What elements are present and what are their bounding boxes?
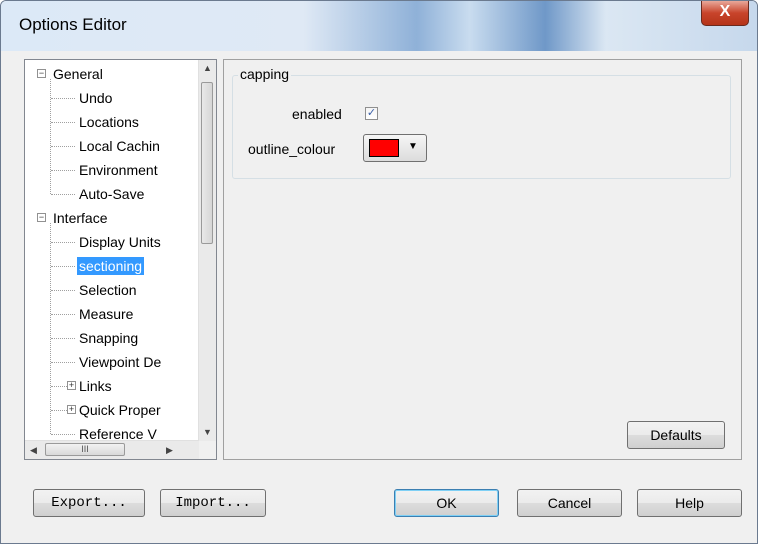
expand-icon[interactable]: + — [67, 405, 76, 414]
tree-item[interactable]: Local Cachin — [77, 134, 162, 158]
import-button[interactable]: Import... — [160, 489, 266, 517]
help-button[interactable]: Help — [637, 489, 742, 517]
tree-item[interactable]: Viewpoint De — [77, 350, 163, 374]
enabled-checkbox[interactable]: ✓ — [365, 107, 378, 120]
enabled-label: enabled — [292, 106, 342, 122]
close-button[interactable]: X — [701, 1, 749, 26]
tree-item[interactable]: Undo — [77, 86, 114, 110]
tree-item[interactable]: Locations — [77, 110, 141, 134]
tree-item-label: Environment — [79, 162, 158, 178]
scrollbar-corner — [199, 441, 216, 459]
tree-connector-line — [51, 98, 75, 99]
tree-item[interactable]: Reference V — [77, 422, 159, 441]
tree-item-label: Selection — [79, 282, 137, 298]
tree-item[interactable]: sectioning — [77, 254, 145, 278]
dropdown-arrow-icon: ▼ — [408, 141, 418, 152]
ok-button[interactable]: OK — [394, 489, 499, 517]
tree-item-label: Display Units — [79, 234, 161, 250]
tree-item[interactable]: Measure — [77, 302, 135, 326]
tree-item[interactable]: Interface — [51, 206, 109, 230]
tree-item-label: Interface — [53, 210, 108, 226]
options-editor-window: Options Editor X − General Undo Locations Lo… — [0, 0, 758, 544]
scroll-down-icon[interactable]: ▼ — [199, 424, 216, 441]
tree-connector-line — [51, 170, 75, 171]
outline-colour-picker[interactable]: ▼ — [363, 134, 427, 162]
tree-item-label: Quick Proper — [79, 402, 161, 418]
tree-item-label: Viewpoint De — [79, 354, 162, 370]
capping-group-title: capping — [238, 66, 292, 82]
tree-item-label: Measure — [79, 306, 134, 322]
defaults-button[interactable]: Defaults — [627, 421, 725, 449]
tree-item-label: Snapping — [79, 330, 139, 346]
tree-viewport: − General Undo Locations Local Cachin Environ… — [25, 60, 199, 441]
tree-item[interactable]: Snapping — [77, 326, 140, 350]
tree-item-label: sectioning — [77, 257, 145, 275]
colour-swatch — [369, 139, 399, 157]
tree-item-label: Links — [79, 378, 112, 394]
window-title: Options Editor — [19, 15, 127, 34]
tree-item[interactable]: Selection — [77, 278, 139, 302]
capping-group: capping enabled ✓ outline_colour ▼ — [232, 66, 731, 179]
scroll-left-icon[interactable]: ◀ — [25, 441, 42, 459]
dialog-client: − General Undo Locations Local Cachin Environ… — [9, 51, 749, 537]
tree-connector-line — [51, 194, 75, 195]
tree-connector-line — [50, 223, 51, 434]
scroll-right-icon[interactable]: ▶ — [161, 441, 178, 459]
tree-connector-line — [51, 146, 75, 147]
tree-item[interactable]: Links — [77, 374, 114, 398]
cancel-button[interactable]: Cancel — [517, 489, 622, 517]
scroll-up-icon[interactable]: ▲ — [199, 60, 216, 77]
tree-item-label: Locations — [79, 114, 139, 130]
tree-item[interactable]: Auto-Save — [77, 182, 146, 206]
tree-connector-line — [51, 338, 75, 339]
collapse-icon[interactable]: − — [37, 69, 46, 78]
tree-connector-line — [51, 314, 75, 315]
tree-item[interactable]: Quick Proper — [77, 398, 163, 422]
tree-item-label: General — [53, 66, 103, 82]
tree-item-label: Undo — [79, 90, 113, 106]
tree-item[interactable]: General — [51, 62, 105, 86]
options-panel: capping enabled ✓ outline_colour ▼ Defau… — [223, 59, 742, 460]
title-bar[interactable]: Options Editor X — [1, 1, 757, 51]
grip-icon: III — [81, 444, 89, 454]
vertical-scroll-thumb[interactable] — [201, 82, 213, 244]
export-button[interactable]: Export... — [33, 489, 145, 517]
checkmark-icon: ✓ — [366, 107, 377, 119]
outline-colour-label: outline_colour — [248, 141, 336, 157]
tree-item-label: Local Cachin — [79, 138, 160, 154]
tree-connector-line — [51, 266, 75, 267]
tree-item[interactable]: Display Units — [77, 230, 163, 254]
tree-item[interactable]: Environment — [77, 158, 160, 182]
close-icon: X — [719, 3, 731, 20]
tree-connector-line — [51, 242, 75, 243]
tree-item-label: Reference V — [79, 426, 157, 441]
horizontal-scroll-thumb[interactable]: III — [45, 443, 125, 456]
collapse-icon[interactable]: − — [37, 213, 46, 222]
capping-group-frame — [232, 75, 731, 179]
tree-horizontal-scrollbar[interactable]: ◀ III ▶ — [25, 440, 199, 459]
tree-connector-line — [51, 290, 75, 291]
tree-connector-line — [51, 362, 75, 363]
options-tree: − General Undo Locations Local Cachin Environ… — [24, 59, 217, 460]
tree-connector-line — [51, 434, 75, 435]
tree-connector-line — [50, 79, 51, 194]
expand-icon[interactable]: + — [67, 381, 76, 390]
tree-item-label: Auto-Save — [79, 186, 145, 202]
tree-connector-line — [51, 122, 75, 123]
tree-vertical-scrollbar[interactable]: ▲ ▼ — [198, 60, 216, 441]
